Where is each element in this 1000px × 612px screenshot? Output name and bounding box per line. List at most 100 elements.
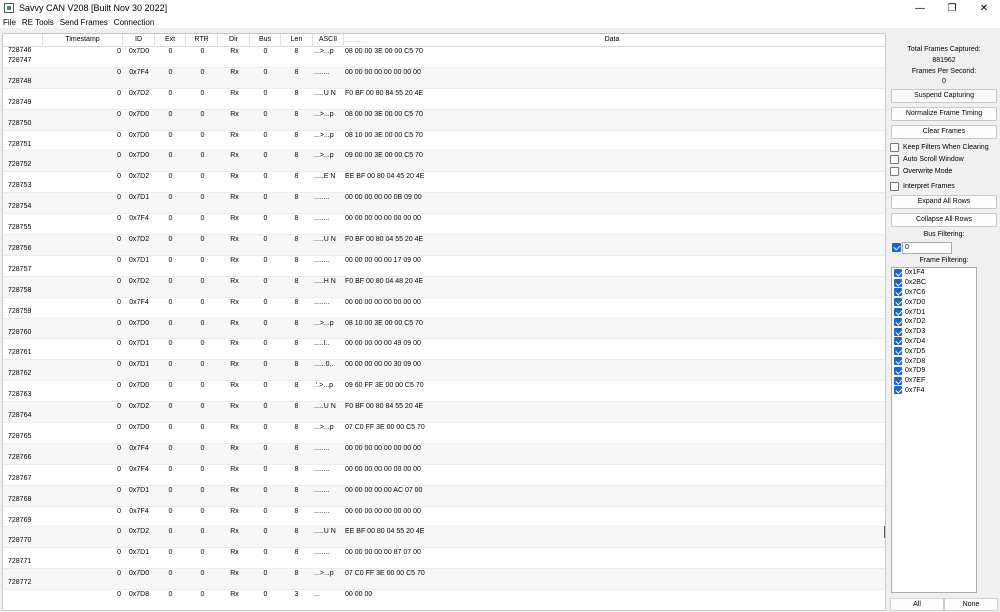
minimize-icon[interactable]: — <box>904 0 936 16</box>
select-none-button[interactable]: None <box>944 598 998 611</box>
header-ascii[interactable]: ASCII <box>313 34 344 47</box>
table-row[interactable]: 728757 0 0x7D1 0 0 Rx 0 8........ 00 00 00 00 00… <box>3 256 885 277</box>
table-row[interactable]: 728750 0 0x7D0 0 0 Rx 0 8 ...>...p 08 00 00 3E 00… <box>3 109 885 131</box>
frame-filter-item[interactable]: 0x7D1 <box>892 307 976 317</box>
header-bus[interactable]: Bus <box>250 34 281 47</box>
checkbox-checked-icon[interactable] <box>894 347 902 356</box>
frame-filter-item[interactable]: 0x7C6 <box>892 288 976 298</box>
table-row[interactable]: 728772 0 0x7D0 0 0 Rx 0 8 ...>...p 07 C0 FF 3E 00… <box>3 569 885 591</box>
checkbox-checked-icon[interactable] <box>894 337 902 346</box>
table-row[interactable]: 728754 0 0x7D1 0 0 Rx 0 8........ 00 00 00 00 00… <box>3 193 885 215</box>
table-row[interactable]: 728762 0 0x7D1 0 0 Rx 0 8 ......0.. 00 00 00 00 0… <box>3 360 885 382</box>
header-timestamp[interactable]: Timestamp <box>43 34 123 47</box>
checkbox-checked-icon[interactable] <box>894 288 902 297</box>
table-row[interactable]: 728763 0 0x7D0 0 0 Rx 0 8 .'.>...p 09 60 FF 3E 00… <box>3 381 885 403</box>
checkbox-checked-icon[interactable] <box>894 268 902 277</box>
close-icon[interactable]: ✕ <box>968 0 1000 16</box>
expand-all-rows-button[interactable]: Expand All Rows <box>891 195 997 209</box>
table-row[interactable]: 0 0x7D8 0 0 Rx 0 3... 00 00 00 <box>3 590 885 610</box>
scrollbar-thumb[interactable] <box>884 526 885 538</box>
checkbox-checked-icon[interactable] <box>894 376 902 385</box>
frame-filter-item[interactable]: 0x7EF <box>892 376 976 386</box>
checkbox-checked-icon[interactable] <box>894 278 902 287</box>
table-row[interactable]: 728769 0 0x7F4 0 0 Rx 0 8........ 00 00 00 00 00… <box>3 507 885 528</box>
table-row[interactable]: 728753 0 0x7D2 0 0 Rx 0 8 .....E N EE BF 00 80 04… <box>3 172 885 194</box>
checkbox-icon[interactable] <box>890 182 899 191</box>
bus-filter-input[interactable]: 0 <box>902 242 952 254</box>
frame-filter-item[interactable]: 0x7D4 <box>892 337 976 347</box>
header-rtr[interactable]: RTR <box>186 34 218 47</box>
menu-send-frames[interactable]: Send Frames <box>60 18 108 27</box>
frame-filter-item[interactable]: 0x7D5 <box>892 346 976 356</box>
checkbox-checked-icon[interactable] <box>894 327 902 336</box>
header-data[interactable]: Data <box>344 34 880 47</box>
table-row[interactable]: 728764 0 0x7D2 0 0 Rx 0 8 .....U N F0 BF 00 80 84… <box>3 402 885 424</box>
bus-filter-checkbox[interactable] <box>892 243 901 252</box>
table-row[interactable]: 728756 0 0x7D2 0 0 Rx 0 8 .....U N F0 BF 00 80 04… <box>3 235 885 256</box>
table-row[interactable]: 728761 0 0x7D1 0 0 Rx 0 8 .....I.. 00 00 00 00 00… <box>3 339 885 361</box>
interpret-frames-checkbox[interactable]: Interpret Frames <box>890 181 955 192</box>
bus-cell: 0 <box>263 424 268 432</box>
id-cell: 0x7D0 <box>128 152 150 160</box>
normalize-frame-timing-button[interactable]: Normalize Frame Timing <box>891 107 997 121</box>
checkbox-checked-icon[interactable] <box>894 317 902 326</box>
checkbox-icon[interactable] <box>890 143 899 152</box>
frame-filter-item[interactable]: 0x7D3 <box>892 327 976 337</box>
checkbox-checked-icon[interactable] <box>894 386 902 395</box>
header-ext[interactable]: Ext <box>155 34 186 47</box>
checkbox-icon[interactable] <box>890 167 899 176</box>
clear-frames-button[interactable]: Clear Frames <box>891 125 997 139</box>
table-row[interactable]: 728749 0 0x7D2 0 0 Rx 0 8 .....U N F0 BF 00 80 84… <box>3 89 885 110</box>
timestamp-cell: 0 <box>117 361 121 369</box>
frame-filter-item[interactable]: 0x7D0 <box>892 297 976 307</box>
dir-cell: Rx <box>230 152 239 160</box>
collapse-all-rows-button[interactable]: Collapse All Rows <box>891 213 997 227</box>
table-row[interactable]: 728759 0 0x7F4 0 0 Rx 0 8........ 00 00 00 00 00… <box>3 298 885 319</box>
frame-filter-item[interactable]: 0x1F4 <box>892 268 976 278</box>
suspend-capturing-button[interactable]: Suspend Capturing <box>891 89 997 103</box>
table-row[interactable]: 728758 0 0x7D2 0 0 Rx 0 8 .....H N F0 BF 00 80 04… <box>3 276 885 298</box>
frame-filter-item[interactable]: 0x2BC <box>892 278 976 288</box>
checkbox-checked-icon[interactable] <box>894 357 902 366</box>
select-all-button[interactable]: All <box>890 598 944 611</box>
frame-filter-item[interactable]: 0x7D2 <box>892 317 976 327</box>
maximize-icon[interactable]: ❐ <box>936 0 968 16</box>
keep-filters-checkbox[interactable]: Keep Filters When Clearing <box>890 142 989 153</box>
data-cell: 00 00 00 00 00 00 00 00 <box>345 215 421 223</box>
frame-filter-list[interactable]: 0x1F4 0x2BC 0x7C6 0x7D0 0x7D1 0x7D2 0x7D3 0x7D4… <box>891 267 977 593</box>
table-row[interactable]: 728747 0 0x7D0 0 0 Rx 0 8 ...>...p 08 00 00 3E 00… <box>3 47 885 68</box>
frame-filter-item[interactable]: 0x7D9 <box>892 366 976 376</box>
frame-filter-label: 0x7D2 <box>905 318 926 326</box>
ext-cell: 0 <box>168 215 173 223</box>
frame-filter-item[interactable]: 0x7D8 <box>892 356 976 366</box>
auto-scroll-checkbox[interactable]: Auto Scroll Window <box>890 154 964 165</box>
rtr-cell: 0 <box>200 152 205 160</box>
header-len[interactable]: Len <box>281 34 313 47</box>
frames-table[interactable]: Timestamp ID Ext RTR Dir Bus Len ASCII D… <box>2 33 886 611</box>
menu-connection[interactable]: Connection <box>114 18 154 27</box>
header-dir[interactable]: Dir <box>218 34 250 47</box>
timestamp-cell: 0 <box>117 382 121 390</box>
checkbox-icon[interactable] <box>890 155 899 164</box>
table-row[interactable]: 728767 0 0x7F4 0 0 Rx 0 8........ 00 00 00 00 00… <box>3 465 885 486</box>
frame-filter-item[interactable]: 0x7F4 <box>892 386 976 396</box>
table-row[interactable]: 728770 0 0x7D2 0 0 Rx 0 8 .....U N EE BF 00 80 04… <box>3 527 885 549</box>
menu-re-tools[interactable]: RE Tools <box>22 18 54 27</box>
table-row[interactable]: 728771 0 0x7D1 0 0 Rx 0 8........ 00 00 00 00 00… <box>3 548 885 570</box>
timestamp-cell: 0 <box>117 110 121 118</box>
id-cell: 0x7D0 <box>128 382 150 390</box>
table-row[interactable]: 728751 0 0x7D0 0 0 Rx 0 8 ...>...p 08 10 00 3E 00… <box>3 131 885 152</box>
checkbox-checked-icon[interactable] <box>894 298 902 307</box>
table-row[interactable]: 728766 0 0x7F4 0 0 Rx 0 8........ 00 00 00 00 00… <box>3 443 885 465</box>
table-row[interactable]: 728760 0 0x7D0 0 0 Rx 0 8 ...>...p 08 10 00 3E 00… <box>3 318 885 340</box>
table-row[interactable]: 728755 0 0x7F4 0 0 Rx 0 8........ 00 00 00 00 00… <box>3 214 885 236</box>
table-row[interactable]: 728748 0 0x7F4 0 0 Rx 0 8........ 00 00 00 00 00… <box>3 67 885 89</box>
overwrite-mode-checkbox[interactable]: Overwrite Mode <box>890 166 952 177</box>
table-row[interactable]: 728765 0 0x7D0 0 0 Rx 0 8 ...>...p 07 C0 FF 3E 00… <box>3 423 885 444</box>
checkbox-checked-icon[interactable] <box>894 308 902 317</box>
menu-file[interactable]: File <box>3 18 16 27</box>
checkbox-checked-icon[interactable] <box>894 366 902 375</box>
header-id[interactable]: ID <box>123 34 155 47</box>
table-row[interactable]: 728752 0 0x7D0 0 0 Rx 0 8 ...>...p 09 00 00 3E 00… <box>3 151 885 173</box>
table-row[interactable]: 728768 0 0x7D1 0 0 Rx 0 8........ 00 00 00 00 00… <box>3 485 885 507</box>
